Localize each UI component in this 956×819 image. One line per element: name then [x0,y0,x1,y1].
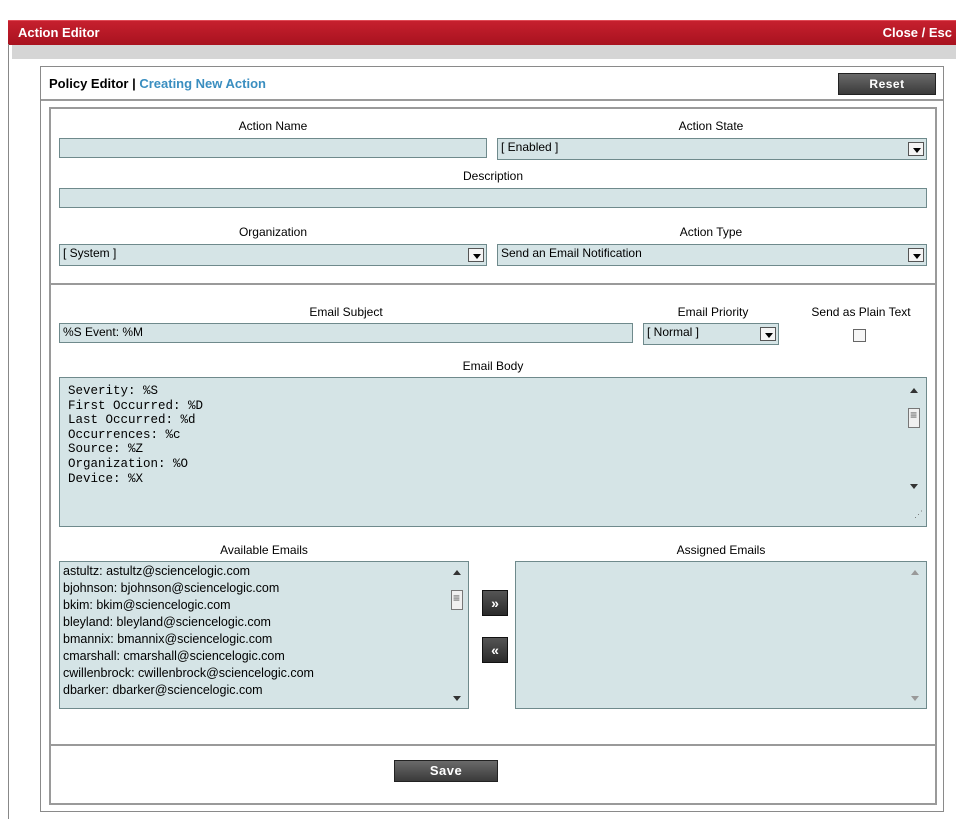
titlebar-strip: Action Editor Close / Esc [8,20,956,45]
resize-grip-icon[interactable]: ⋰ [914,508,923,523]
action-type-select[interactable]: Send an Email Notification [497,244,927,266]
dialog-title: Action Editor [18,25,100,40]
chevron-down-icon [760,327,776,341]
action-name-label: Action Name [238,119,308,133]
list-item[interactable]: cmarshall: cmarshall@sciencelogic.com [60,648,314,665]
assigned-emails-label: Assigned Emails [676,543,766,557]
description-input[interactable] [59,188,927,208]
available-emails-items: astultz: astultz@sciencelogic.com bjohnso… [60,563,314,699]
chevron-down-icon [468,248,484,262]
scroll-down-icon[interactable] [911,696,919,701]
email-priority-select[interactable]: [ Normal ] [643,323,779,345]
action-state-select[interactable]: [ Enabled ] [497,138,927,160]
email-subject-input[interactable]: %S Event: %M [59,323,633,343]
action-state-value: [ Enabled ] [501,140,559,154]
divider [51,283,935,285]
available-emails-scrollbar[interactable] [451,564,465,706]
assigned-emails-list[interactable] [515,561,927,709]
available-emails-list[interactable]: astultz: astultz@sciencelogic.com bjohnso… [59,561,469,709]
divider [51,744,935,746]
toolbar-strip [12,45,956,59]
left-border [8,44,9,819]
action-name-input[interactable] [59,138,487,158]
email-priority-label: Email Priority [677,305,749,319]
scroll-down-icon[interactable] [453,696,461,701]
close-button[interactable]: Close / Esc [883,25,952,40]
list-item[interactable]: bmannix: bmannix@sciencelogic.com [60,631,314,648]
breadcrumb-sub: Creating New Action [139,76,266,91]
scroll-up-icon[interactable] [910,388,918,393]
organization-select[interactable]: [ System ] [59,244,487,266]
list-item[interactable]: cwillenbrock: cwillenbrock@sciencelogic.… [60,665,314,682]
email-body-text: Severity: %S First Occurred: %D Last Occ… [68,384,204,486]
remove-email-button[interactable]: « [482,637,508,663]
action-state-label: Action State [678,119,744,133]
list-item[interactable]: bleyland: bleyland@sciencelogic.com [60,614,314,631]
panel-header: Policy Editor | Creating New Action Rese… [41,67,943,101]
chevron-down-icon [908,142,924,156]
breadcrumb-main: Policy Editor | [49,76,140,91]
available-emails-label: Available Emails [220,543,308,557]
list-item[interactable]: bjohnson: bjohnson@sciencelogic.com [60,580,314,597]
scroll-down-icon[interactable] [910,484,918,489]
policy-editor-panel: Policy Editor | Creating New Action Rese… [40,66,944,812]
scroll-thumb[interactable] [451,590,463,610]
action-type-label: Action Type [679,225,743,239]
list-item[interactable]: bkim: bkim@sciencelogic.com [60,597,314,614]
scroll-up-icon[interactable] [911,570,919,575]
reset-button[interactable]: Reset [838,73,936,95]
email-body-textarea[interactable]: Severity: %S First Occurred: %D Last Occ… [59,377,927,527]
scroll-up-icon[interactable] [453,570,461,575]
list-item[interactable]: dbarker: dbarker@sciencelogic.com [60,682,314,699]
description-label: Description [462,169,524,183]
action-type-value: Send an Email Notification [501,246,642,260]
email-subject-label: Email Subject [309,305,383,319]
email-priority-value: [ Normal ] [647,325,700,339]
scroll-thumb[interactable] [908,408,920,428]
assigned-emails-scrollbar[interactable] [909,564,923,706]
organization-label: Organization [238,225,308,239]
email-body-label: Email Body [462,359,524,373]
list-item[interactable]: astultz: astultz@sciencelogic.com [60,563,314,580]
save-button[interactable]: Save [394,760,498,782]
organization-value: [ System ] [63,246,117,260]
breadcrumb: Policy Editor | Creating New Action [49,76,266,91]
plain-text-label: Send as Plain Text [811,305,911,319]
form-area: Action Name Action State [ Enabled ] Des… [49,107,937,805]
plain-text-checkbox[interactable] [853,329,866,342]
add-email-button[interactable]: » [482,590,508,616]
email-body-scrollbar[interactable] [908,382,922,518]
chevron-down-icon [908,248,924,262]
